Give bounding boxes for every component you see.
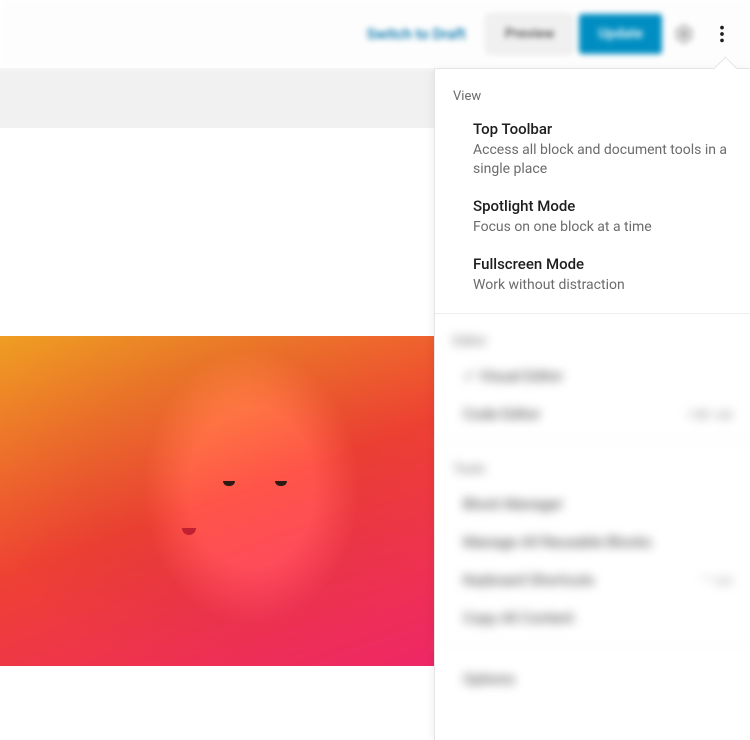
section-title-view: View: [435, 83, 750, 112]
save-draft-link[interactable]: Switch to Draft: [367, 25, 466, 43]
menu-item-fullscreen-mode[interactable]: Fullscreen Mode Work without distraction: [435, 247, 750, 305]
menu-section-view: View Top Toolbar Access all block and do…: [435, 69, 750, 314]
more-vertical-icon: [711, 23, 733, 45]
content-image: [0, 336, 434, 666]
menu-item-title: Spotlight Mode: [473, 197, 732, 215]
menu-section-tools: Tools Block Manager Manage All Reusable …: [435, 442, 750, 646]
menu-item-desc: Focus on one block at a time: [473, 218, 732, 237]
settings-icon[interactable]: [672, 22, 696, 46]
menu-item-desc: Access all block and document tools in a…: [473, 141, 732, 179]
more-menu-button[interactable]: [704, 14, 740, 54]
menu-section-options: Options: [435, 646, 750, 706]
menu-item-title: Fullscreen Mode: [473, 255, 732, 273]
menu-item-desc: Work without distraction: [473, 276, 732, 295]
menu-item-top-toolbar[interactable]: Top Toolbar Access all block and documen…: [435, 112, 750, 189]
editor-header: Switch to Draft Preview Update: [0, 0, 750, 68]
preview-button[interactable]: Preview: [486, 14, 574, 54]
menu-item-spotlight-mode[interactable]: Spotlight Mode Focus on one block at a t…: [435, 189, 750, 247]
publish-button[interactable]: Update: [579, 14, 662, 54]
more-menu-dropdown: View Top Toolbar Access all block and do…: [434, 68, 750, 740]
menu-item-title: Top Toolbar: [473, 120, 732, 138]
menu-section-editor: Editor ✓ Visual Editor Code Editor⇧⌘⌥M: [435, 314, 750, 442]
